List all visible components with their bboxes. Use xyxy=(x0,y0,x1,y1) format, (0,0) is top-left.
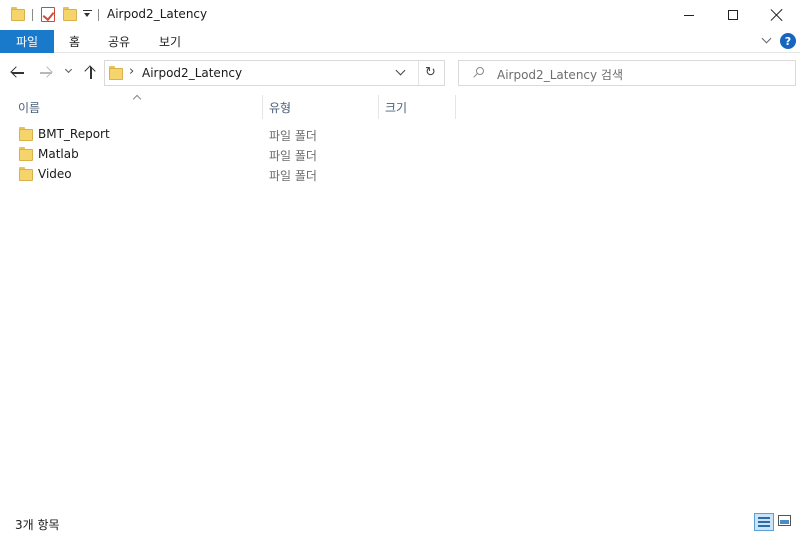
address-bar[interactable]: › Airpod2_Latency ↻ xyxy=(104,60,445,86)
toolbar-separator xyxy=(32,9,33,21)
folder-icon[interactable] xyxy=(11,7,25,21)
title-bar: Airpod2_Latency xyxy=(0,0,800,30)
tab-file[interactable]: 파일 xyxy=(0,30,54,53)
folder-icon xyxy=(19,127,33,141)
breadcrumb-separator[interactable]: › xyxy=(129,64,134,79)
status-bar: 3개 항목 xyxy=(0,511,800,535)
file-name: Video xyxy=(38,167,72,181)
close-icon xyxy=(771,9,783,21)
item-count: 3개 항목 xyxy=(15,518,60,532)
minimize-icon xyxy=(684,14,694,16)
address-dropdown-chevron-icon[interactable] xyxy=(396,67,406,77)
large-icons-view-icon[interactable] xyxy=(777,514,793,528)
file-type: 파일 폴더 xyxy=(269,129,317,143)
close-button[interactable] xyxy=(754,0,800,30)
maximize-button[interactable] xyxy=(710,0,756,30)
list-item[interactable]: Matlab 파일 폴더 xyxy=(14,144,454,164)
back-arrow-icon[interactable] xyxy=(10,65,26,81)
tab-share[interactable]: 공유 xyxy=(108,30,130,53)
ribbon: 파일 홈 공유 보기 ? xyxy=(0,30,800,53)
new-folder-icon[interactable] xyxy=(63,7,77,21)
folder-icon xyxy=(19,167,33,181)
up-arrow-icon[interactable] xyxy=(83,64,99,80)
search-placeholder: Airpod2_Latency 검색 xyxy=(497,68,624,82)
properties-icon[interactable] xyxy=(41,7,55,22)
navigation-bar: › Airpod2_Latency ↻ Airpod2_Latency 검색 xyxy=(0,54,800,94)
search-icon xyxy=(473,67,485,79)
column-divider[interactable] xyxy=(455,95,456,119)
file-name: Matlab xyxy=(38,147,79,161)
breadcrumb[interactable]: Airpod2_Latency xyxy=(142,66,242,80)
list-item[interactable]: BMT_Report 파일 폴더 xyxy=(14,124,454,144)
file-type: 파일 폴더 xyxy=(269,149,317,163)
expand-ribbon-chevron-icon[interactable] xyxy=(762,35,772,45)
column-header-row: 이름 유형 크기 xyxy=(0,95,800,119)
address-divider xyxy=(418,61,419,85)
search-input[interactable]: Airpod2_Latency 검색 xyxy=(458,60,796,86)
refresh-icon[interactable]: ↻ xyxy=(425,66,436,80)
toolbar-separator xyxy=(98,9,99,21)
minimize-button[interactable] xyxy=(666,0,712,30)
maximize-icon xyxy=(728,10,738,20)
forward-arrow-icon[interactable] xyxy=(38,65,54,81)
folder-icon xyxy=(109,66,123,80)
list-item[interactable]: Video 파일 폴더 xyxy=(14,164,454,184)
customize-quick-access-icon[interactable] xyxy=(83,10,92,19)
column-header-type[interactable]: 유형 xyxy=(263,95,378,119)
column-header-name[interactable]: 이름 xyxy=(12,95,262,119)
help-icon[interactable]: ? xyxy=(780,33,796,49)
recent-locations-chevron-icon[interactable] xyxy=(65,67,73,75)
file-type: 파일 폴더 xyxy=(269,169,317,183)
tab-home[interactable]: 홈 xyxy=(69,30,80,53)
tab-view[interactable]: 보기 xyxy=(159,30,181,53)
column-header-size[interactable]: 크기 xyxy=(379,95,455,119)
file-name: BMT_Report xyxy=(38,127,110,141)
details-view-icon[interactable] xyxy=(754,513,774,531)
window-title: Airpod2_Latency xyxy=(107,7,208,21)
folder-icon xyxy=(19,147,33,161)
